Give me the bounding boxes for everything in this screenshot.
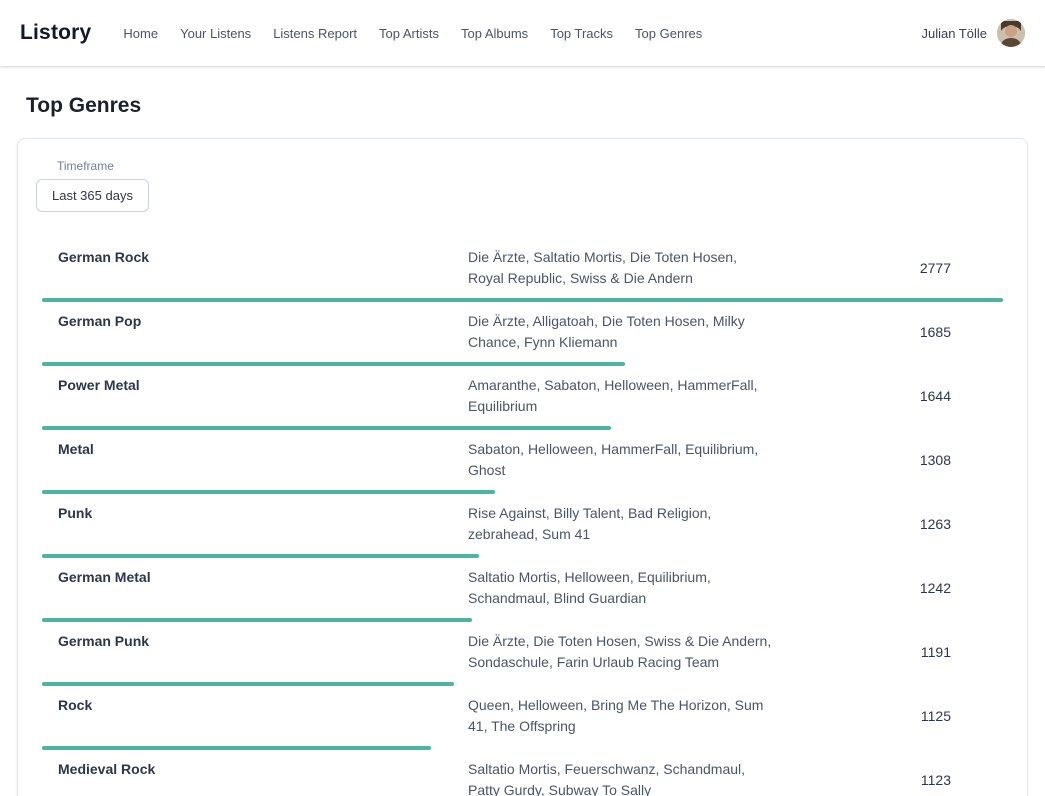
genre-top-artists: Die Ärzte, Die Toten Hosen, Swiss & Die … — [468, 631, 773, 673]
page-title: Top Genres — [26, 94, 1028, 118]
genre-listen-count: 1242 — [773, 580, 1003, 596]
genre-row: German Pop Die Ärzte, Alligatoah, Die To… — [42, 302, 1003, 366]
genre-row: German Rock Die Ärzte, Saltatio Mortis, … — [42, 238, 1003, 302]
genre-name: Metal — [42, 439, 468, 481]
genre-listen-count: 1308 — [773, 452, 1003, 468]
genre-row: Power Metal Amaranthe, Sabaton, Hellowee… — [42, 366, 1003, 430]
genre-top-artists: Saltatio Mortis, Feuerschwanz, Schandmau… — [468, 759, 773, 796]
genre-top-artists: Amaranthe, Sabaton, Helloween, HammerFal… — [468, 375, 773, 417]
user-name: Julian Tölle — [921, 26, 987, 41]
genre-name: Rock — [42, 695, 468, 737]
genres-table: German Rock Die Ärzte, Saltatio Mortis, … — [42, 238, 1003, 796]
nav-item-your-listens[interactable]: Your Listens — [180, 26, 251, 41]
genre-top-artists: Sabaton, Helloween, HammerFall, Equilibr… — [468, 439, 773, 481]
nav-item-top-tracks[interactable]: Top Tracks — [550, 26, 613, 41]
genre-row: German Punk Die Ärzte, Die Toten Hosen, … — [42, 622, 1003, 686]
genre-name: Power Metal — [42, 375, 468, 417]
genre-row-content: German Metal Saltatio Mortis, Helloween,… — [42, 567, 1003, 609]
genre-row-content: German Punk Die Ärzte, Die Toten Hosen, … — [42, 631, 1003, 673]
genre-name: German Rock — [42, 247, 468, 289]
genre-row: Medieval Rock Saltatio Mortis, Feuerschw… — [42, 750, 1003, 796]
nav-item-top-artists[interactable]: Top Artists — [379, 26, 439, 41]
genre-row-content: Punk Rise Against, Billy Talent, Bad Rel… — [42, 503, 1003, 545]
nav-item-listens-report[interactable]: Listens Report — [273, 26, 357, 41]
genre-listen-count: 1263 — [773, 516, 1003, 532]
genre-row: Metal Sabaton, Helloween, HammerFall, Eq… — [42, 430, 1003, 494]
genre-top-artists: Die Ärzte, Alligatoah, Die Toten Hosen, … — [468, 311, 773, 353]
genre-row-content: Medieval Rock Saltatio Mortis, Feuerschw… — [42, 759, 1003, 796]
genre-name: German Pop — [42, 311, 468, 353]
genre-listen-count: 1685 — [773, 324, 1003, 340]
genre-listen-count: 1125 — [773, 708, 1003, 724]
nav-item-top-genres[interactable]: Top Genres — [635, 26, 702, 41]
user-avatar-image — [997, 19, 1025, 47]
genre-row-content: German Pop Die Ärzte, Alligatoah, Die To… — [42, 311, 1003, 353]
genre-top-artists: Saltatio Mortis, Helloween, Equilibrium,… — [468, 567, 773, 609]
genre-row: Punk Rise Against, Billy Talent, Bad Rel… — [42, 494, 1003, 558]
timeframe-label: Timeframe — [57, 159, 1003, 173]
genre-row-content: German Rock Die Ärzte, Saltatio Mortis, … — [42, 247, 1003, 289]
top-navigation-bar: Listory Home Your Listens Listens Report… — [0, 0, 1045, 66]
genre-row: German Metal Saltatio Mortis, Helloween,… — [42, 558, 1003, 622]
genre-row-content: Rock Queen, Helloween, Bring Me The Hori… — [42, 695, 1003, 737]
genre-listen-count: 1191 — [773, 644, 1003, 660]
genre-listen-count: 1644 — [773, 388, 1003, 404]
genre-name: German Metal — [42, 567, 468, 609]
genre-top-artists: Rise Against, Billy Talent, Bad Religion… — [468, 503, 773, 545]
genre-listen-count: 1123 — [773, 772, 1003, 788]
user-menu: Julian Tölle — [921, 19, 1025, 47]
timeframe-select[interactable]: Last 365 days — [36, 179, 149, 212]
genre-listen-count: 2777 — [773, 260, 1003, 276]
genre-top-artists: Queen, Helloween, Bring Me The Horizon, … — [468, 695, 773, 737]
user-avatar[interactable] — [997, 19, 1025, 47]
page-main: Top Genres Timeframe Last 365 days Germa… — [0, 94, 1045, 796]
genre-name: Punk — [42, 503, 468, 545]
genre-name: Medieval Rock — [42, 759, 468, 796]
nav-item-home[interactable]: Home — [123, 26, 158, 41]
genre-row-content: Metal Sabaton, Helloween, HammerFall, Eq… — [42, 439, 1003, 481]
nav-item-top-albums[interactable]: Top Albums — [461, 26, 528, 41]
genre-name: German Punk — [42, 631, 468, 673]
brand-logo[interactable]: Listory — [20, 21, 91, 45]
genre-row: Rock Queen, Helloween, Bring Me The Hori… — [42, 686, 1003, 750]
genre-top-artists: Die Ärzte, Saltatio Mortis, Die Toten Ho… — [468, 247, 773, 289]
genre-row-content: Power Metal Amaranthe, Sabaton, Hellowee… — [42, 375, 1003, 417]
top-genres-card: Timeframe Last 365 days German Rock Die … — [17, 138, 1028, 796]
main-nav: Home Your Listens Listens Report Top Art… — [123, 26, 921, 41]
